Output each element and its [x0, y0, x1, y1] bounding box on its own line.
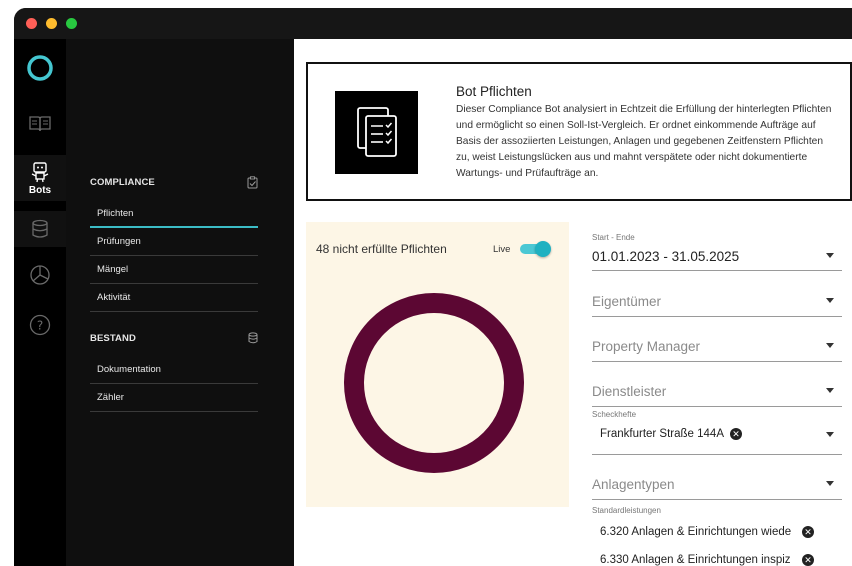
chevron-down-icon	[826, 253, 834, 258]
asset-types-select[interactable]: Anlagentypen	[592, 470, 842, 500]
standard-services-label: Standardleistungen	[592, 506, 661, 515]
chart-panel: 48 nicht erfüllte Pflichten Live	[306, 222, 569, 507]
section-compliance: COMPLIANCE	[90, 174, 258, 190]
book-icon	[29, 116, 51, 132]
close-icon[interactable]: ✕	[730, 428, 742, 440]
main-content: Bot Pflichten Dieser Compliance Bot anal…	[294, 39, 852, 566]
rail-item-reports[interactable]	[14, 257, 66, 293]
checkbooks-select[interactable]: Scheckhefte Frankfurter Straße 144A ✕	[592, 407, 842, 455]
help-icon: ?	[29, 314, 51, 336]
standard-services-select[interactable]: Standardleistungen 6.320 Anlagen & Einri…	[592, 504, 842, 566]
maximize-window-button[interactable]	[66, 18, 77, 29]
title-bar	[14, 8, 852, 39]
checkbook-chip-label: Frankfurter Straße 144A	[600, 428, 724, 440]
standard-service-chip-label: 6.330 Anlagen & Einrichtungen inspiz	[600, 554, 791, 566]
icon-rail: Bots ?	[14, 39, 66, 566]
section-compliance-title: COMPLIANCE	[90, 176, 155, 188]
robot-icon	[31, 161, 49, 182]
property-manager-select[interactable]: Property Manager	[592, 332, 842, 362]
standard-service-chip[interactable]: 6.330 Anlagen & Einrichtungen inspiz ✕	[600, 554, 814, 566]
date-range-value: 01.01.2023 - 31.05.2025	[592, 249, 740, 264]
sidebar-item-maengel[interactable]: Mängel	[90, 256, 258, 284]
bot-title: Bot Pflichten	[456, 84, 532, 99]
chevron-down-icon	[826, 481, 834, 486]
rail-item-bots-label: Bots	[28, 184, 52, 196]
rail-item-database[interactable]	[14, 211, 66, 247]
section-bestand-title: BESTAND	[90, 332, 136, 344]
close-icon[interactable]: ✕	[802, 526, 814, 538]
clipboard-check-icon	[247, 175, 258, 188]
chevron-down-icon	[826, 432, 834, 437]
checkbook-chip[interactable]: Frankfurter Straße 144A ✕	[600, 428, 742, 440]
section-bestand: BESTAND	[90, 330, 258, 346]
svg-text:?: ?	[37, 319, 43, 333]
owner-select[interactable]: Eigentümer	[592, 287, 842, 317]
date-range-select[interactable]: Start - Ende 01.01.2023 - 31.05.2025	[592, 229, 842, 271]
app-window: Bots ? COMPLIANCE Pflichten Prüfungen Mä…	[14, 8, 852, 566]
checklist-document-icon	[356, 106, 397, 157]
standard-service-chip-label: 6.320 Anlagen & Einrichtungen wiede	[600, 526, 792, 538]
sidebar-item-zaehler[interactable]: Zähler	[90, 384, 258, 412]
sidebar-item-dokumentation[interactable]: Dokumentation	[90, 356, 258, 384]
close-icon[interactable]: ✕	[802, 554, 814, 566]
rail-item-library[interactable]	[14, 107, 66, 141]
owner-placeholder: Eigentümer	[592, 294, 662, 309]
donut-chart	[344, 293, 524, 473]
asset-types-placeholder: Anlagentypen	[592, 477, 675, 492]
database-icon	[32, 219, 48, 238]
sidebar-item-pruefungen[interactable]: Prüfungen	[90, 228, 258, 256]
bot-document-tile	[335, 91, 418, 174]
bot-description: Dieser Compliance Bot analysiert in Echt…	[456, 104, 832, 179]
chevron-down-icon	[826, 298, 834, 303]
database-icon	[248, 332, 258, 344]
standard-service-chip[interactable]: 6.320 Anlagen & Einrichtungen wiede ✕	[600, 526, 814, 538]
date-range-label: Start - Ende	[592, 233, 635, 242]
service-provider-placeholder: Dienstleister	[592, 384, 667, 399]
service-provider-select[interactable]: Dienstleister	[592, 377, 842, 407]
sidebar: COMPLIANCE Pflichten Prüfungen Mängel Ak…	[66, 39, 294, 566]
logo[interactable]	[14, 51, 66, 85]
chevron-down-icon	[826, 388, 834, 393]
checkbooks-label: Scheckhefte	[592, 410, 637, 419]
rail-item-bots[interactable]: Bots	[14, 155, 66, 201]
bot-info-card: Bot Pflichten Dieser Compliance Bot anal…	[306, 62, 852, 201]
donut-segment	[344, 293, 524, 473]
sidebar-item-aktivitaet[interactable]: Aktivität	[90, 284, 258, 312]
minimize-window-button[interactable]	[46, 18, 57, 29]
property-manager-placeholder: Property Manager	[592, 339, 701, 354]
chevron-down-icon	[826, 343, 834, 348]
pie-chart-icon	[30, 265, 50, 285]
ring-logo-icon	[27, 55, 53, 81]
rail-item-help[interactable]: ?	[14, 307, 66, 343]
close-window-button[interactable]	[26, 18, 37, 29]
sidebar-item-pflichten[interactable]: Pflichten	[90, 200, 258, 228]
